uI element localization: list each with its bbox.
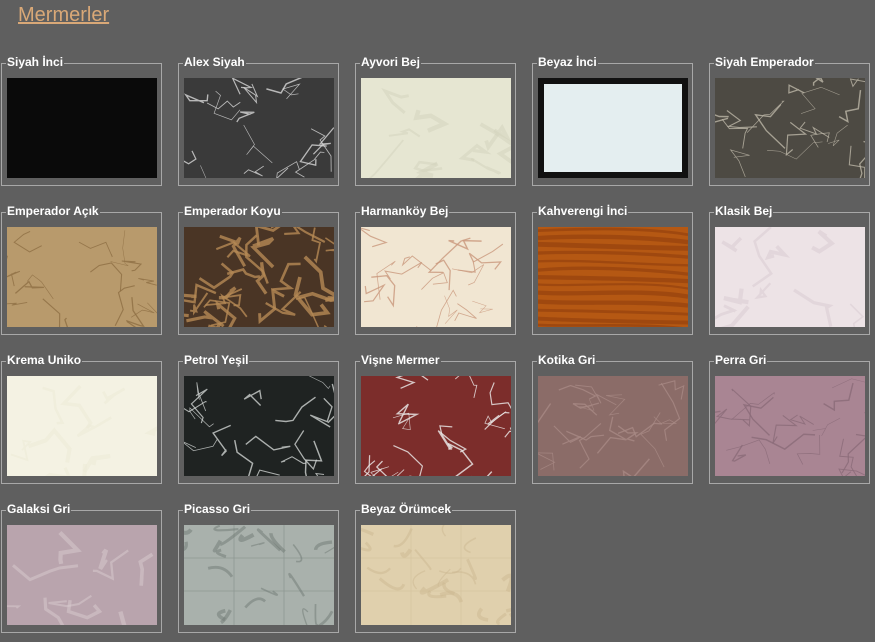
marble-swatch-image[interactable] <box>538 78 688 178</box>
marble-swatch-image[interactable] <box>184 525 334 625</box>
marble-texture <box>538 78 688 178</box>
marble-card[interactable]: Kotika Gri <box>532 353 693 484</box>
marble-swatch-image[interactable] <box>715 376 865 476</box>
marble-card[interactable]: Krema Uniko <box>1 353 162 484</box>
marble-texture <box>184 525 334 625</box>
marble-texture <box>7 525 157 625</box>
marble-swatch-image[interactable] <box>184 376 334 476</box>
marble-texture <box>361 376 511 476</box>
marble-name-label: Emperador Koyu <box>183 204 282 218</box>
marble-card[interactable]: Beyaz İnci <box>532 55 693 186</box>
marble-swatch-image[interactable] <box>7 376 157 476</box>
marble-name-label: Galaksi Gri <box>6 502 72 516</box>
marble-texture <box>538 227 688 327</box>
marble-card[interactable]: Vişne Mermer <box>355 353 516 484</box>
marble-texture <box>184 376 334 476</box>
marble-card[interactable]: Emperador Açık <box>1 204 162 335</box>
marble-card[interactable]: Ayvori Bej <box>355 55 516 186</box>
marble-swatch-image[interactable] <box>715 227 865 327</box>
marble-name-label: Siyah Emperador <box>714 55 815 69</box>
marble-name-label: Krema Uniko <box>6 353 83 367</box>
marble-swatch-image[interactable] <box>7 227 157 327</box>
marble-name-label: Perra Gri <box>714 353 768 367</box>
marble-texture <box>184 78 334 178</box>
marble-swatch-image[interactable] <box>7 525 157 625</box>
marble-texture <box>361 78 511 178</box>
marble-swatch-image[interactable] <box>715 78 865 178</box>
marble-swatch-image[interactable] <box>361 376 511 476</box>
marble-texture <box>7 376 157 476</box>
marble-swatch-image[interactable] <box>184 78 334 178</box>
marble-swatch-image[interactable] <box>538 227 688 327</box>
marble-card[interactable]: Siyah İnci <box>1 55 162 186</box>
marble-card[interactable]: Klasik Bej <box>709 204 870 335</box>
marble-swatch-image[interactable] <box>361 78 511 178</box>
marble-card[interactable]: Siyah Emperador <box>709 55 870 186</box>
marble-grid: Siyah İnci Alex Siyah Ayvori Bej Beyaz İnci… <box>0 0 875 642</box>
marble-name-label: Harmanköy Bej <box>360 204 450 218</box>
marble-name-label: Kahverengi İnci <box>537 204 629 218</box>
marble-texture <box>715 227 865 327</box>
marble-swatch-image[interactable] <box>361 227 511 327</box>
marble-texture <box>7 78 157 178</box>
marble-card[interactable]: Harmanköy Bej <box>355 204 516 335</box>
marble-texture <box>7 227 157 327</box>
marble-name-label: Kotika Gri <box>537 353 597 367</box>
marble-name-label: Klasik Bej <box>714 204 774 218</box>
marble-name-label: Beyaz Örümcek <box>360 502 453 516</box>
marble-name-label: Beyaz İnci <box>537 55 598 69</box>
marble-swatch-image[interactable] <box>184 227 334 327</box>
marble-card[interactable]: Emperador Koyu <box>178 204 339 335</box>
marble-card[interactable]: Beyaz Örümcek <box>355 502 516 633</box>
marble-name-label: Emperador Açık <box>6 204 100 218</box>
marble-name-label: Siyah İnci <box>6 55 65 69</box>
marble-texture <box>361 227 511 327</box>
marble-name-label: Picasso Gri <box>183 502 252 516</box>
marble-swatch-image[interactable] <box>361 525 511 625</box>
page: Mermerler Siyah İnci Alex Siyah Ayvori Bej… <box>0 0 875 642</box>
marble-swatch-image[interactable] <box>538 376 688 476</box>
marble-texture <box>715 78 865 178</box>
marble-name-label: Petrol Yeşil <box>183 353 250 367</box>
marble-texture <box>184 227 334 327</box>
marble-card[interactable]: Petrol Yeşil <box>178 353 339 484</box>
marble-card[interactable]: Galaksi Gri <box>1 502 162 633</box>
marble-name-label: Ayvori Bej <box>360 55 421 69</box>
marble-card[interactable]: Perra Gri <box>709 353 870 484</box>
marble-card[interactable]: Kahverengi İnci <box>532 204 693 335</box>
marble-name-label: Vişne Mermer <box>360 353 441 367</box>
marble-card[interactable]: Alex Siyah <box>178 55 339 186</box>
marble-texture <box>715 376 865 476</box>
marble-texture <box>361 525 511 625</box>
marble-texture <box>538 376 688 476</box>
marble-card[interactable]: Picasso Gri <box>178 502 339 633</box>
marble-name-label: Alex Siyah <box>183 55 246 69</box>
marble-swatch-image[interactable] <box>7 78 157 178</box>
